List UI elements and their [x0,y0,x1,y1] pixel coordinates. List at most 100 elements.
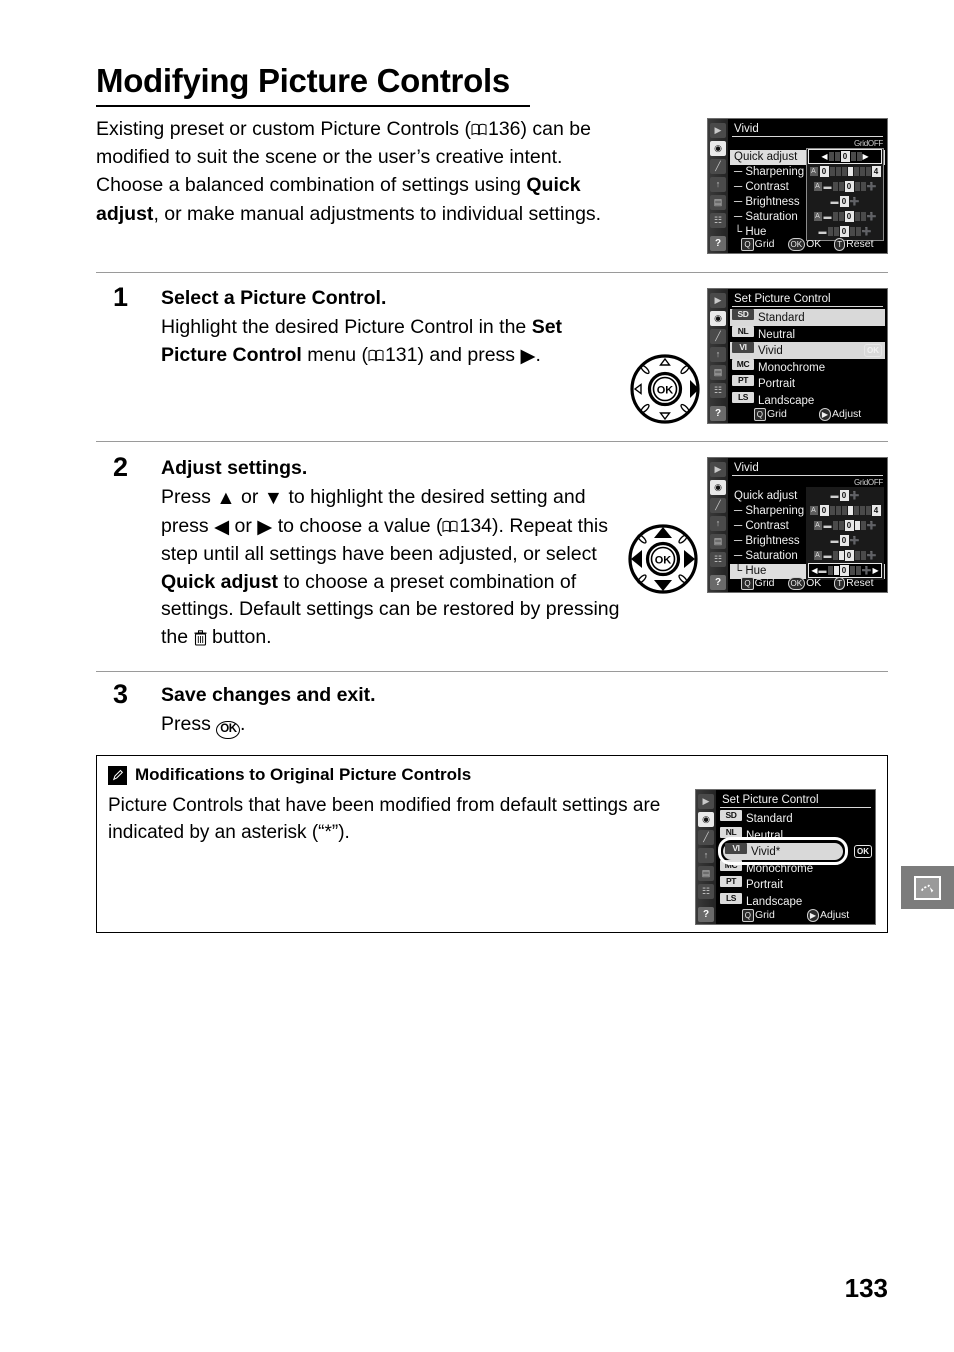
minus-icon: ▬ [830,491,839,500]
setting-label: Brightness [745,535,800,547]
minus-icon: ▬ [830,197,839,206]
step-2-bold: Quick adjust [161,570,279,593]
right-arrow-icon: ▶ [520,344,536,367]
retouch-menu-icon [914,875,941,900]
left-arrow-icon: ◀ [821,152,828,161]
list-item[interactable]: PT Portrait [718,876,873,893]
footer-ok[interactable]: OK OK [787,236,821,252]
list-item-label: Landscape [758,394,815,407]
divider-2 [96,441,888,442]
lcd-title: Vivid [732,461,883,476]
right-arrow-icon: ▶ [818,407,832,421]
zoom-button-icon: Q [741,908,755,922]
multi-selector-step-1: OK [627,352,707,432]
ok-button-icon: OK [864,344,882,357]
plus-icon: ➕ [861,227,872,236]
picture-control-tag: PT [720,876,742,887]
lcd-footer: Q Grid ▶ Adjust [730,406,885,422]
list-item[interactable]: MC Monochrome [730,358,885,376]
list-item-label: Landscape [746,895,803,908]
picture-control-tag: MC [732,358,754,370]
setup-menu-icon: ↑ [698,848,714,863]
slider-saturation[interactable]: A ▬ 0 ➕ [809,549,881,562]
picture-control-tag: VI [732,342,754,353]
list-item-label: Vivid* [751,845,781,858]
grid-off-indicator: GridOFF [853,139,883,148]
minus-icon: ▬ [830,536,839,545]
auto-icon: A [809,167,818,176]
footer-adjust[interactable]: ▶ Adjust [818,406,861,422]
retouch-icon: ▤ [710,534,726,549]
footer-grid[interactable]: Q Grid [741,575,775,591]
plus-icon: ➕ [861,566,872,575]
up-arrow-icon: ▲ [216,487,236,509]
playback-icon: ▶ [698,794,714,809]
footer-ok[interactable]: OK OK [787,575,821,591]
list-item-label: Standard [758,312,805,324]
slider-value: 0 [844,211,854,222]
minus-icon: ▬ [818,566,827,575]
slider-brightness[interactable]: ▬ 0 ➕ [809,195,881,208]
left-arrow-icon: ◀ [214,515,230,538]
intro-ref-page: 136 [487,118,521,140]
setting-label: Brightness [745,196,800,208]
playback-icon: ▶ [710,462,726,477]
recent-settings-icon: ☷ [710,552,726,567]
lcd-footer: Q Grid OK OK T Reset [730,236,885,252]
slider-value: 0 [844,550,854,561]
manual-page: Modifying Picture Controls Existing pres… [0,0,954,1352]
list-item[interactable]: PT Portrait [730,375,885,392]
slider-sharpening[interactable]: A0 4 [809,165,881,178]
list-item-label: Standard [746,813,793,825]
setting-label: Saturation [745,550,798,562]
help-icon: ? [698,907,714,922]
list-item-label: Monochrome [758,361,826,374]
footer-grid[interactable]: Q Grid [753,406,787,422]
left-arrow-icon: ◀ [811,566,818,575]
slider-quick-adjust[interactable]: ▬ 0 ➕ [809,489,881,502]
list-item[interactable]: SD Standard [730,309,885,326]
slider-brightness[interactable]: ▬ 0 ➕ [809,534,881,547]
step-1-text-d: . [535,343,541,366]
lcd-sidebar: ▶ ◉ ╱ ↑ ▤ ☷ ? [708,119,728,253]
list-item-selected[interactable]: VI Vivid* [723,842,843,860]
retouch-icon: ▤ [710,365,726,380]
slider-contrast[interactable]: A ▬ 0 ➕ [809,180,881,193]
list-item[interactable]: NL Neutral [730,325,885,343]
step-3-heading: Save changes and exit. [161,684,376,706]
slider-sharpening[interactable]: A0 4 [809,504,881,517]
side-tab-retouch[interactable] [901,866,954,909]
lcd-footer: Q Grid OK OK T Reset [730,575,885,591]
footer-adjust[interactable]: ▶ Adjust [806,907,849,923]
lcd-title: Set Picture Control [732,292,883,307]
slider-saturation[interactable]: A ▬ 0 ➕ [809,210,881,223]
setting-label: Saturation [745,211,798,223]
list-item[interactable]: VI Vivid OK [730,342,885,359]
step-2-body: Press ▲ or ▼ to highlight the desired se… [161,484,631,651]
lcd-sidebar: ▶ ◉ ╱ ↑ ▤ ☷ ? [708,458,728,592]
step-2-text-b: or [235,486,264,508]
step-1-ref: 131 [384,343,418,366]
footer-grid[interactable]: Q Grid [741,236,775,252]
slider-value: 0 [844,520,854,531]
page-title: Modifying Picture Controls [96,62,510,99]
trash-button-icon: T [834,576,846,590]
setup-menu-icon: ↑ [710,516,726,531]
list-item[interactable]: SD Standard [718,810,873,827]
divider-1 [96,272,888,273]
recent-settings-icon: ☷ [698,884,714,899]
footer-grid[interactable]: Q Grid [741,907,775,923]
shooting-menu-icon: ◉ [698,812,714,827]
slider-contrast[interactable]: A ▬ 0 ➕ [809,519,881,532]
slider-quick-adjust[interactable]: ◀ 0 ▶ [808,149,882,164]
shooting-menu-icon: ◉ [710,141,726,156]
right-arrow-icon: ▶ [872,566,879,575]
shooting-menu-icon: ◉ [710,480,726,495]
footer-reset[interactable]: T Reset [834,575,874,591]
intro-text-a: Existing preset or custom Picture Contro… [96,118,471,140]
svg-text:OK: OK [657,385,674,397]
step-1-text-b: menu ( [301,343,368,366]
recent-settings-icon: ☷ [710,383,726,398]
step-3-text-a: Press [161,713,217,735]
footer-reset[interactable]: T Reset [834,236,874,252]
